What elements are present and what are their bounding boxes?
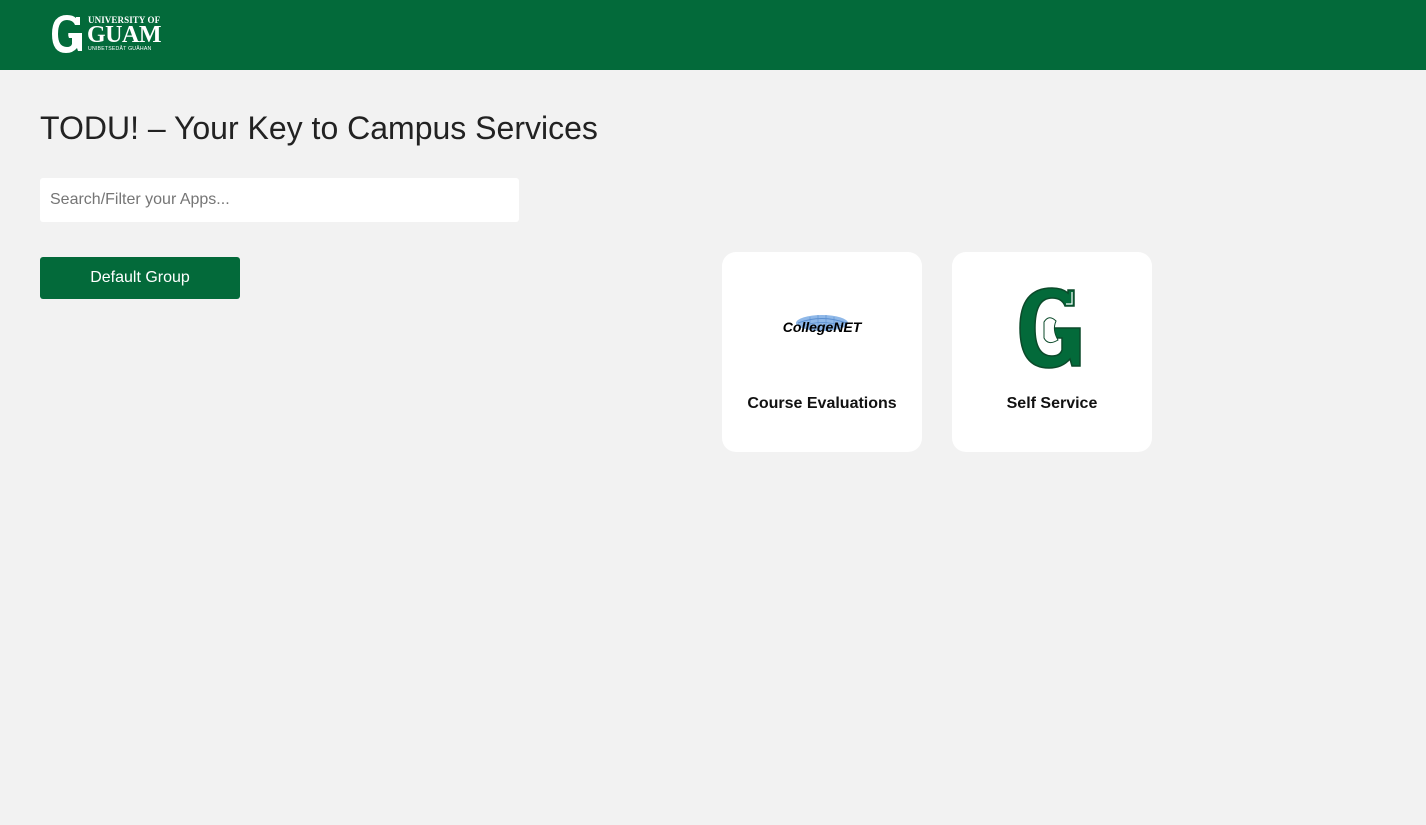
- logo-text-chamorro: UNIBETSEDÅT GUÅHAN: [88, 46, 152, 52]
- app-tile-course-evaluations[interactable]: CollegeNET Course Evaluations: [722, 252, 922, 452]
- g-monogram-icon: [52, 15, 82, 53]
- search-input[interactable]: [40, 178, 519, 222]
- default-group-button[interactable]: Default Group: [40, 257, 240, 299]
- collegenet-logo-text: CollegeNET: [783, 319, 863, 335]
- page-title: TODU! – Your Key to Campus Services: [40, 110, 598, 146]
- app-tile-label: Course Evaluations: [747, 395, 897, 412]
- g-monogram-icon: [1019, 287, 1081, 369]
- app-tile-self-service[interactable]: Self Service: [952, 252, 1152, 452]
- app-tile-label: Self Service: [1006, 395, 1098, 412]
- top-bar: UNIVERSITY OF GUAM UNIBETSEDÅT GUÅHAN: [0, 0, 1426, 70]
- university-logo[interactable]: UNIVERSITY OF GUAM UNIBETSEDÅT GUÅHAN: [49, 13, 164, 57]
- collegenet-logo-icon: CollegeNET: [783, 315, 863, 335]
- logo-text-guam: GUAM: [87, 22, 161, 48]
